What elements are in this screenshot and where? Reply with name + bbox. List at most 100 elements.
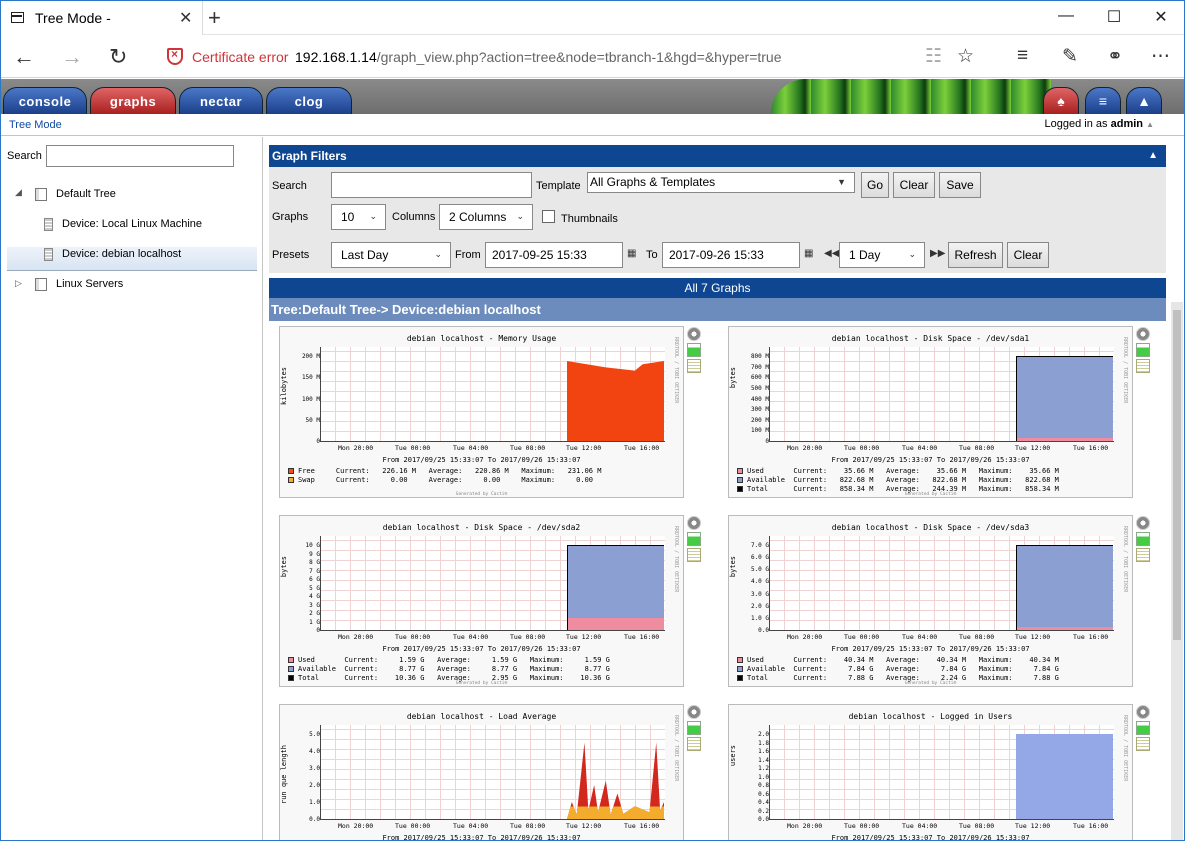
vertical-scrollbar[interactable] bbox=[1171, 302, 1183, 840]
graph-image[interactable]: debian localhost - Disk Space - /dev/sda… bbox=[279, 515, 684, 687]
more-icon[interactable]: ⋯ bbox=[1151, 45, 1170, 68]
template-select[interactable]: All Graphs & Templates ▼ bbox=[587, 172, 855, 193]
tab-clog[interactable]: clog bbox=[266, 87, 352, 115]
forward-icon[interactable]: → bbox=[61, 44, 83, 70]
tree-item-linux-servers[interactable]: Linux Servers bbox=[35, 273, 123, 295]
breadcrumb-tree-mode[interactable]: Tree Mode bbox=[9, 119, 62, 131]
graph-zoom-icon[interactable] bbox=[1136, 532, 1150, 546]
y-tick-label: 4 G bbox=[309, 593, 320, 600]
y-tick-label: 1.0 G bbox=[750, 614, 769, 622]
graph-settings-icon[interactable] bbox=[687, 327, 701, 341]
y-tick-label: 6.0 G bbox=[750, 554, 769, 562]
tree-view-icon[interactable]: ♠ bbox=[1043, 87, 1079, 115]
y-tick-label: 2.0 bbox=[309, 782, 320, 789]
graph-csv-export-icon[interactable] bbox=[1136, 548, 1150, 562]
new-tab-button[interactable]: + bbox=[208, 5, 221, 31]
from-date-input[interactable]: 2017-09-25 15:33 bbox=[485, 242, 623, 268]
graph-zoom-icon[interactable] bbox=[1136, 721, 1150, 735]
y-tick-label: 400 M bbox=[750, 395, 769, 403]
graph-title: debian localhost - Load Average bbox=[406, 712, 557, 721]
graph-filters-title: Graph Filters bbox=[272, 149, 347, 163]
collapse-arrow-icon[interactable]: ▷ bbox=[15, 278, 22, 289]
data-fill bbox=[567, 545, 664, 630]
certificate-error-icon[interactable] bbox=[167, 47, 183, 65]
browser-tab[interactable]: Tree Mode - ✕ bbox=[1, 1, 203, 35]
maximize-icon[interactable]: ☐ bbox=[1104, 7, 1124, 27]
graph-zoom-icon[interactable] bbox=[687, 532, 701, 546]
list-view-icon[interactable]: ≡ bbox=[1085, 87, 1121, 115]
hub-icon[interactable]: ≡ bbox=[1017, 45, 1028, 67]
search-input[interactable] bbox=[331, 172, 532, 198]
calendar-icon[interactable]: ▦ bbox=[627, 248, 636, 259]
url-field[interactable]: 192.168.1.14/graph_view.php?action=tree&… bbox=[295, 49, 782, 65]
graph-settings-icon[interactable] bbox=[1136, 327, 1150, 341]
graph-image[interactable]: debian localhost - Memory Usage RRDTOOL /… bbox=[279, 326, 684, 498]
shift-right-icon[interactable]: ▶▶ bbox=[930, 248, 945, 259]
columns-select[interactable]: 2 Columns ⌄ bbox=[439, 204, 533, 230]
clear-button[interactable]: Clear bbox=[893, 172, 935, 198]
save-button[interactable]: Save bbox=[939, 172, 981, 198]
graph-settings-icon[interactable] bbox=[1136, 705, 1150, 719]
web-note-icon[interactable]: ✎ bbox=[1062, 45, 1078, 68]
legend-text: Used Current: 35.66 M Average: 35.66 M M… bbox=[747, 467, 1059, 475]
clear-filters-button[interactable]: Clear bbox=[1007, 242, 1049, 268]
graph-zoom-icon[interactable] bbox=[687, 343, 701, 357]
collapse-caret-icon[interactable]: ▲ bbox=[1148, 145, 1158, 167]
y-tick-label: 0.0 bbox=[758, 627, 769, 634]
presets-select[interactable]: Last Day ⌄ bbox=[331, 242, 451, 268]
graph-settings-icon[interactable] bbox=[687, 705, 701, 719]
tree-item-local-linux[interactable]: Device: Local Linux Machine bbox=[44, 213, 202, 235]
logged-in-user[interactable]: admin bbox=[1111, 118, 1143, 130]
legend-text: Available Current: 7.84 G Average: 7.84 … bbox=[747, 665, 1059, 673]
y-tick-label: 0.0 bbox=[309, 816, 320, 823]
generated-by-cacti: Generated by Cacti® bbox=[904, 492, 957, 497]
graph-zoom-icon[interactable] bbox=[1136, 343, 1150, 357]
x-tick-label: Tue 16:00 bbox=[624, 444, 660, 452]
legend-text: Available Current: 8.77 G Average: 8.77 … bbox=[298, 665, 610, 673]
shift-left-icon[interactable]: ◀◀ bbox=[824, 248, 839, 259]
graph-image[interactable]: debian localhost - Load Average RRDTOOL /… bbox=[279, 704, 684, 840]
graphs-select[interactable]: 10 ⌄ bbox=[331, 204, 386, 230]
minimize-icon[interactable]: — bbox=[1056, 7, 1076, 25]
to-date-input[interactable]: 2017-09-26 15:33 bbox=[662, 242, 800, 268]
legend-text: Used Current: 1.59 G Average: 1.59 G Max… bbox=[298, 656, 610, 664]
graph-csv-export-icon[interactable] bbox=[687, 548, 701, 562]
tab-console[interactable]: console bbox=[3, 87, 87, 115]
tree-item-debian-localhost[interactable]: Device: debian localhost bbox=[44, 243, 181, 265]
graph-csv-export-icon[interactable] bbox=[687, 359, 701, 373]
calendar-icon[interactable]: ▦ bbox=[804, 248, 813, 259]
timespan-select[interactable]: 1 Day ⌄ bbox=[839, 242, 925, 268]
graph-settings-icon[interactable] bbox=[1136, 516, 1150, 530]
used-fill bbox=[1017, 438, 1113, 441]
back-icon[interactable]: ← bbox=[13, 44, 35, 70]
tree-search-input[interactable] bbox=[46, 145, 234, 167]
graph-image[interactable]: debian localhost - Disk Space - /dev/sda… bbox=[728, 326, 1133, 498]
tree-item-default-tree[interactable]: Default Tree bbox=[35, 183, 116, 205]
go-button[interactable]: Go bbox=[861, 172, 889, 198]
graph-settings-icon[interactable] bbox=[687, 516, 701, 530]
tab-nectar[interactable]: nectar bbox=[179, 87, 263, 115]
refresh-button[interactable]: Refresh bbox=[948, 242, 1003, 268]
favorite-star-icon[interactable]: ☆ bbox=[957, 45, 974, 68]
y-tick-label: 0.4 bbox=[758, 799, 769, 806]
refresh-icon[interactable]: ↻ bbox=[109, 44, 127, 70]
graph-title: debian localhost - Disk Space - /dev/sda… bbox=[831, 334, 1030, 343]
reading-view-icon[interactable]: ☷ bbox=[925, 45, 942, 68]
graph-image[interactable]: debian localhost - Logged in Users RRDTOO… bbox=[728, 704, 1133, 840]
close-window-icon[interactable]: ✕ bbox=[1151, 7, 1171, 27]
share-icon[interactable]: ⚭ bbox=[1107, 45, 1123, 68]
thumbnails-checkbox[interactable] bbox=[542, 210, 555, 223]
certificate-error-label[interactable]: Certificate error bbox=[192, 49, 288, 65]
caret-up-icon[interactable]: ▲ bbox=[1146, 120, 1154, 129]
graph-image[interactable]: debian localhost - Disk Space - /dev/sda… bbox=[728, 515, 1133, 687]
tab-close-icon[interactable]: ✕ bbox=[179, 8, 192, 28]
graph-csv-export-icon[interactable] bbox=[1136, 737, 1150, 751]
preview-view-icon[interactable]: ▲ bbox=[1126, 87, 1162, 115]
expand-arrow-icon[interactable]: ◢ bbox=[15, 187, 22, 198]
graph-csv-export-icon[interactable] bbox=[1136, 359, 1150, 373]
graph-zoom-icon[interactable] bbox=[687, 721, 701, 735]
scrollbar-thumb[interactable] bbox=[1173, 310, 1181, 640]
tab-graphs[interactable]: graphs bbox=[90, 87, 176, 115]
legend-text: Used Current: 40.34 M Average: 40.34 M M… bbox=[747, 656, 1059, 664]
graph-csv-export-icon[interactable] bbox=[687, 737, 701, 751]
